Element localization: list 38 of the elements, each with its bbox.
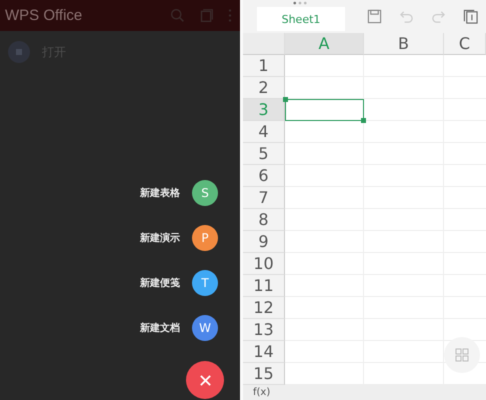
sheet-tab[interactable]: Sheet1: [257, 7, 345, 31]
menu-label: 新建便笺: [140, 276, 180, 290]
page-indicator-icon: [293, 1, 307, 5]
new-document-button[interactable]: W: [192, 315, 218, 341]
close-button[interactable]: [186, 361, 224, 399]
menu-label: 新建表格: [140, 186, 180, 200]
row-header[interactable]: 2: [243, 77, 285, 99]
row-header[interactable]: 13: [243, 319, 285, 341]
row-header[interactable]: 12: [243, 297, 285, 319]
row-header[interactable]: 8: [243, 209, 285, 231]
sheets-icon[interactable]: [463, 9, 478, 24]
formula-bar[interactable]: f(x): [243, 385, 486, 400]
copy-icon[interactable]: [199, 8, 214, 23]
column-header[interactable]: B: [364, 33, 444, 55]
row-header[interactable]: 14: [243, 341, 285, 363]
row-header[interactable]: 7: [243, 187, 285, 209]
row-header[interactable]: 11: [243, 275, 285, 297]
row-header[interactable]: 10: [243, 253, 285, 275]
redo-icon[interactable]: [431, 9, 446, 24]
column-header[interactable]: C: [444, 33, 486, 55]
undo-icon[interactable]: [399, 9, 414, 24]
save-icon[interactable]: [367, 9, 382, 24]
formula-label: f(x): [253, 387, 270, 398]
close-icon: [198, 374, 212, 386]
row-header[interactable]: 15: [243, 363, 285, 385]
select-all-corner[interactable]: [243, 33, 285, 55]
menu-label: 新建文档: [140, 321, 180, 335]
row-header[interactable]: 1: [243, 55, 285, 77]
search-icon[interactable]: [170, 8, 185, 23]
folder-icon: [8, 41, 30, 63]
row-header[interactable]: 6: [243, 165, 285, 187]
grid-icon: [455, 348, 469, 362]
menu-label: 新建演示: [140, 231, 180, 245]
selected-cell[interactable]: [285, 99, 364, 121]
row-header[interactable]: 4: [243, 121, 285, 143]
app-title: WPS Office: [5, 7, 82, 24]
row-header[interactable]: 9: [243, 231, 285, 253]
row-header[interactable]: 5: [243, 143, 285, 165]
